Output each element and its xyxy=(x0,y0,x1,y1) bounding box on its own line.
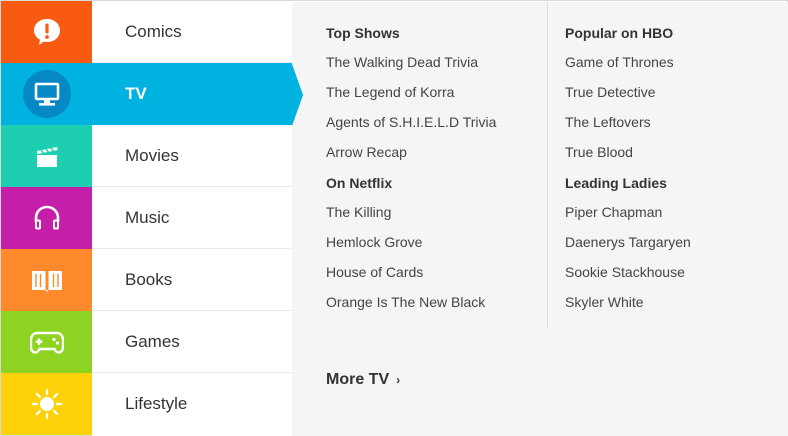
category-item-lifestyle[interactable]: Lifestyle xyxy=(92,373,292,435)
show-link[interactable]: True Blood xyxy=(565,137,765,167)
show-link[interactable]: True Detective xyxy=(565,77,765,107)
show-link[interactable]: The Legend of Korra xyxy=(326,77,546,107)
category-tile-movies[interactable] xyxy=(1,125,92,187)
link-group: On Netflix The Killing Hemlock Grove Hou… xyxy=(326,174,546,317)
category-label: Lifestyle xyxy=(125,394,188,413)
character-link[interactable]: Daenerys Targaryen xyxy=(565,227,765,257)
category-label: Movies xyxy=(125,145,179,165)
group-title: On Netflix xyxy=(326,175,393,191)
show-link[interactable]: Game of Thrones xyxy=(565,47,765,77)
dropdown-panel: Top Shows The Walking Dead Trivia The Le… xyxy=(292,2,788,436)
show-link[interactable]: Arrow Recap xyxy=(326,137,546,167)
link-group: Top Shows The Walking Dead Trivia The Le… xyxy=(326,24,546,167)
category-label: TV xyxy=(125,84,147,103)
category-label: Books xyxy=(125,269,173,289)
show-link[interactable]: Agents of S.H.I.E.L.D Trivia xyxy=(326,107,546,137)
category-tile-comics[interactable] xyxy=(1,1,92,63)
category-item-tv[interactable]: TV xyxy=(92,63,292,125)
link-group: Popular on HBO Game of Thrones True Dete… xyxy=(565,24,765,167)
sun-icon xyxy=(31,388,62,420)
show-link[interactable]: House of Cards xyxy=(326,257,546,287)
category-item-movies[interactable]: Movies xyxy=(92,125,292,187)
alert-icon xyxy=(33,19,60,45)
group-title: Popular on HBO xyxy=(565,25,674,41)
category-tile-tv[interactable] xyxy=(1,63,92,125)
more-tv-link[interactable]: More TV › xyxy=(326,371,400,389)
group-title: Leading Ladies xyxy=(565,175,667,191)
tv-icon xyxy=(22,70,71,118)
clapperboard-icon xyxy=(36,147,58,167)
category-tile-books[interactable] xyxy=(1,249,92,311)
active-pointer-arrow xyxy=(292,64,303,126)
category-tile-music[interactable] xyxy=(1,187,92,249)
show-link[interactable]: Orange Is The New Black xyxy=(326,287,546,317)
category-icon-column xyxy=(1,1,92,436)
character-link[interactable]: Piper Chapman xyxy=(565,197,765,227)
character-link[interactable]: Sookie Stackhouse xyxy=(565,257,765,287)
category-tile-lifestyle[interactable] xyxy=(1,373,92,435)
show-link[interactable]: The Walking Dead Trivia xyxy=(326,47,546,77)
group-title: Top Shows xyxy=(326,25,400,41)
more-label: More TV xyxy=(326,371,390,388)
category-item-games[interactable]: Games xyxy=(92,311,292,373)
category-label: Games xyxy=(125,331,180,351)
category-tile-games[interactable] xyxy=(1,311,92,373)
show-link[interactable]: Hemlock Grove xyxy=(326,227,546,257)
category-list: Comics TV Movies Music Books Games Lifes… xyxy=(92,1,292,436)
chevron-right-icon: › xyxy=(396,373,401,387)
show-link[interactable]: The Killing xyxy=(326,197,546,227)
show-link[interactable]: The Leftovers xyxy=(565,107,765,137)
column-divider xyxy=(547,2,548,328)
category-label: Comics xyxy=(125,21,182,41)
left-column: Top Shows The Walking Dead Trivia The Le… xyxy=(326,24,546,324)
link-group: Leading Ladies Piper Chapman Daenerys Ta… xyxy=(565,174,765,317)
nav-menu: Comics TV Movies Music Books Games Lifes… xyxy=(0,0,788,436)
headphones-icon xyxy=(34,205,59,230)
category-label: Music xyxy=(125,207,170,227)
character-link[interactable]: Skyler White xyxy=(565,287,765,317)
book-icon xyxy=(31,271,62,292)
category-item-books[interactable]: Books xyxy=(92,249,292,311)
category-item-comics[interactable]: Comics xyxy=(92,1,292,63)
gamepad-icon xyxy=(29,331,64,354)
category-item-music[interactable]: Music xyxy=(92,187,292,249)
right-column: Popular on HBO Game of Thrones True Dete… xyxy=(565,24,765,324)
